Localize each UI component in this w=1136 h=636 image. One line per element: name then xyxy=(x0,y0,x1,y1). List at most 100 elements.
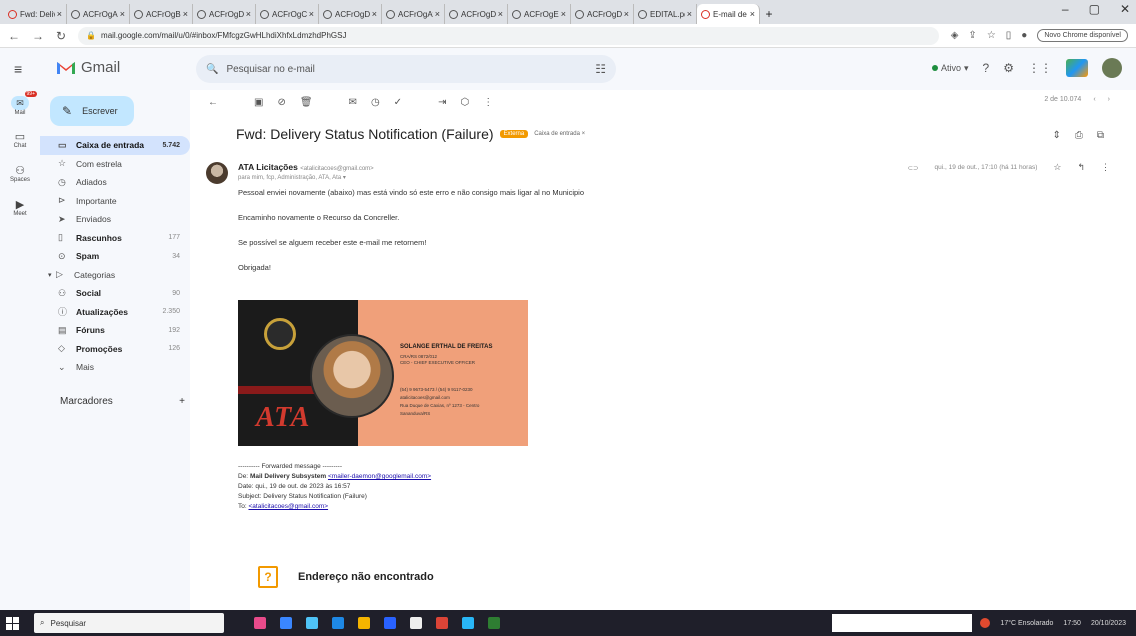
search-options-icon[interactable]: ☷ xyxy=(595,62,606,76)
report-spam-icon[interactable]: ⊘ xyxy=(277,97,285,108)
sidebar-item[interactable]: ☆ Com estrela xyxy=(40,155,190,174)
move-to-icon[interactable]: ⇥ xyxy=(438,97,446,108)
archive-icon[interactable]: ▣ xyxy=(254,97,263,108)
rail-item-spaces[interactable]: ⚇ Spaces xyxy=(0,164,40,192)
update-chrome-button[interactable]: Novo Chrome disponível xyxy=(1037,29,1128,42)
sender-avatar[interactable] xyxy=(206,162,228,184)
compose-button[interactable]: ✎ Escrever xyxy=(50,96,134,126)
edge-icon[interactable] xyxy=(306,617,318,629)
status-selector[interactable]: Ativo ▾ xyxy=(932,63,969,74)
delete-icon[interactable]: 🗑 xyxy=(300,97,313,108)
browser-tab[interactable]: ACFrOgDal× xyxy=(445,4,508,24)
close-tab-icon[interactable]: × xyxy=(246,9,251,19)
back-to-inbox-icon[interactable]: ← xyxy=(208,97,218,108)
back-icon[interactable]: ← xyxy=(8,29,20,43)
reload-icon[interactable]: ↻ xyxy=(56,29,66,43)
expand-all-icon[interactable]: ⇕ xyxy=(1052,130,1060,141)
expand-icon[interactable]: ▾ xyxy=(48,271,56,279)
apps-grid-icon[interactable]: ⋮⋮ xyxy=(1028,61,1052,75)
label-icon[interactable]: ⬡ xyxy=(460,97,469,108)
maximize-icon[interactable]: ▢ xyxy=(1089,2,1100,16)
chrome-icon[interactable] xyxy=(436,617,448,629)
browser-tab[interactable]: ACFrOgAfyl× xyxy=(382,4,445,24)
inbox-chip[interactable]: Caixa de entrada × xyxy=(534,131,585,137)
more-options-icon[interactable]: ⋮ xyxy=(1101,162,1110,173)
more-options-icon[interactable]: ⋮ xyxy=(483,97,493,108)
to-email-link[interactable]: <atalicitacoes@gmail.com> xyxy=(248,503,328,510)
browser-tab[interactable]: ACFrOgDsl× xyxy=(193,4,256,24)
new-tab-button[interactable]: + xyxy=(760,4,778,24)
browser-tab[interactable]: ACFrOgBe8× xyxy=(130,4,193,24)
close-tab-icon[interactable]: × xyxy=(561,9,566,19)
sidebar-item[interactable]: ⊙ Spam 34 xyxy=(40,247,190,266)
close-window-icon[interactable]: ✕ xyxy=(1120,2,1130,16)
rail-item-mail[interactable]: ✉ 99+ Mail xyxy=(0,91,40,124)
clock-time[interactable]: 17:50 xyxy=(1063,620,1081,627)
taskbar-search[interactable]: ⌕ Pesquisar xyxy=(34,613,224,633)
windows-start-icon[interactable] xyxy=(6,616,26,630)
taskbar-input[interactable] xyxy=(832,614,973,632)
reply-icon[interactable]: ↰ xyxy=(1077,162,1085,173)
star-icon[interactable]: ☆ xyxy=(1053,162,1061,173)
minimize-icon[interactable]: – xyxy=(1062,2,1069,16)
sender-name[interactable]: ATA Licitações xyxy=(238,162,298,172)
taskbar-app-icon[interactable] xyxy=(254,617,266,629)
help-icon[interactable]: ? xyxy=(983,61,990,75)
share-icon[interactable]: ⇪ xyxy=(968,30,976,41)
taskbar-app-icon[interactable] xyxy=(280,617,292,629)
add-label-icon[interactable]: + xyxy=(179,396,185,407)
chevron-left-icon[interactable]: ‹ xyxy=(1093,96,1095,103)
rail-item-meet[interactable]: ▶ Meet xyxy=(0,198,40,226)
from-email-link[interactable]: <mailer-daemon@googlemail.com> xyxy=(328,473,431,480)
browser-tab[interactable]: EDITAL.pdf× xyxy=(634,4,697,24)
weather-text[interactable]: 17°C Ensolarado xyxy=(1000,620,1053,627)
menu-icon[interactable]: ≡ xyxy=(14,61,22,77)
search-icon[interactable]: 🔍 xyxy=(206,64,218,75)
file-explorer-icon[interactable] xyxy=(358,617,370,629)
sidebar-item[interactable]: ▤ Fóruns 192 xyxy=(40,321,190,340)
close-tab-icon[interactable]: × xyxy=(435,9,440,19)
close-tab-icon[interactable]: × xyxy=(372,9,377,19)
taskbar-app-icon[interactable] xyxy=(332,617,344,629)
close-tab-icon[interactable]: × xyxy=(687,9,692,19)
close-tab-icon[interactable]: × xyxy=(624,9,629,19)
browser-tab[interactable]: ACFrOgA7u× xyxy=(67,4,130,24)
extension-icon[interactable]: ◈ xyxy=(951,30,959,41)
chevron-right-icon[interactable]: › xyxy=(1108,96,1110,103)
profile-icon[interactable]: ● xyxy=(1021,30,1027,41)
mark-unread-icon[interactable]: ✉ xyxy=(349,97,357,108)
browser-tab[interactable]: Fwd: Deliv × xyxy=(4,4,67,24)
avatar[interactable] xyxy=(1102,58,1122,78)
store-icon[interactable] xyxy=(410,617,422,629)
sidebar-item[interactable]: ⌄ Mais xyxy=(40,358,190,377)
add-task-icon[interactable]: ✓ xyxy=(394,97,402,108)
taskbar-app-icon[interactable] xyxy=(462,617,474,629)
recipients-line[interactable]: para mim, fcp, Administração, ATA, Ata ▾ xyxy=(238,174,346,181)
sidebar-item[interactable]: ⚇ Social 90 xyxy=(40,284,190,303)
close-tab-icon[interactable]: × xyxy=(120,9,125,19)
print-icon[interactable]: ⎙ xyxy=(1075,130,1083,141)
sidebar-item[interactable]: ◷ Adiados xyxy=(40,173,190,192)
browser-tab[interactable]: ACFrOgDfS× xyxy=(571,4,634,24)
close-tab-icon[interactable]: × xyxy=(498,9,503,19)
close-tab-icon[interactable]: × xyxy=(183,9,188,19)
browser-tab[interactable]: ACFrOgE6-× xyxy=(508,4,571,24)
bookmark-star-icon[interactable]: ☆ xyxy=(987,30,996,41)
sidebar-item[interactable]: ▭ Caixa de entrada 5.742 xyxy=(40,136,190,155)
sidebar-item[interactable]: ▾ ▷ Categorias xyxy=(40,266,190,285)
gmail-logo[interactable]: Gmail xyxy=(56,59,120,76)
gear-icon[interactable]: ⚙ xyxy=(1003,61,1014,75)
rail-item-chat[interactable]: ▭ Chat xyxy=(0,130,40,158)
open-new-window-icon[interactable]: ⧉ xyxy=(1097,130,1104,141)
forward-icon[interactable]: → xyxy=(32,29,44,43)
browser-tab[interactable]: ACFrOgDxc× xyxy=(319,4,382,24)
url-input[interactable]: 🔒 mail.google.com/mail/u/0/#inbox/FMfcgz… xyxy=(78,26,939,45)
browser-tab[interactable]: E-mail de F× xyxy=(697,4,760,24)
sidebar-item[interactable]: ◇ Promoções 126 xyxy=(40,340,190,359)
snooze-icon[interactable]: ◷ xyxy=(371,97,380,108)
sidebar-item[interactable]: ▯ Rascunhos 177 xyxy=(40,229,190,248)
browser-tab[interactable]: ACFrOgCsi× xyxy=(256,4,319,24)
sidepanel-icon[interactable]: ▯ xyxy=(1006,30,1012,41)
sidebar-item[interactable]: ⓘ Atualizações 2.350 xyxy=(40,303,190,322)
taskbar-app-icon[interactable] xyxy=(384,617,396,629)
